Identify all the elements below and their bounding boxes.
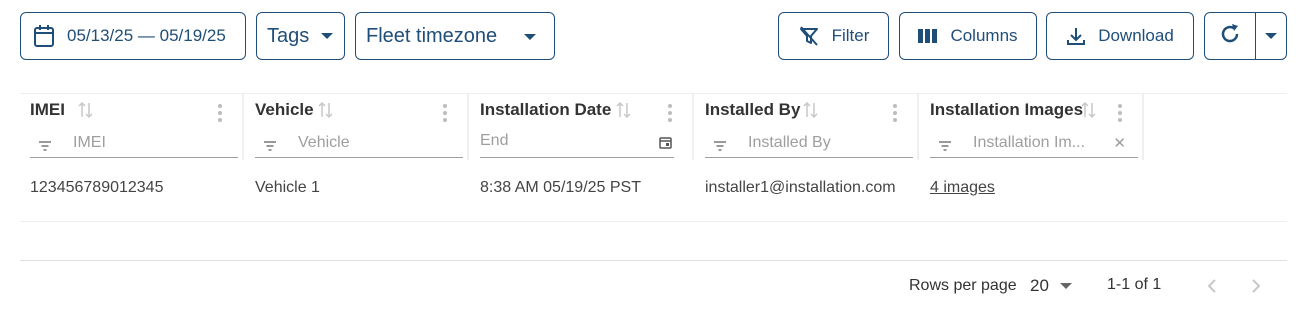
column-title[interactable]: Vehicle	[255, 100, 314, 120]
refresh-icon	[1218, 22, 1242, 51]
column-title[interactable]: Installation Images	[930, 100, 1083, 120]
filter-label: Filter	[831, 26, 870, 45]
sort-icon[interactable]	[78, 101, 94, 124]
column-title[interactable]: Installation Date	[480, 100, 611, 120]
columns-button[interactable]: Columns	[899, 12, 1037, 60]
clear-filter-icon[interactable]: ✕	[1113, 134, 1126, 152]
column-header-installation-date: Installation Date End	[470, 94, 694, 164]
column-title[interactable]: Installed By	[705, 100, 800, 120]
sort-icon[interactable]	[1081, 101, 1097, 124]
calendar-icon[interactable]	[659, 136, 672, 154]
filter-off-icon	[798, 25, 820, 47]
refresh-button-group	[1204, 12, 1287, 60]
filter-placeholder: Vehicle	[298, 134, 350, 151]
caret-down-icon	[321, 33, 334, 39]
pagination-info: 1-1 of 1	[1107, 276, 1162, 293]
filter-placeholder: Installed By	[748, 134, 831, 151]
filter-placeholder: End	[480, 132, 509, 149]
download-button[interactable]: Download	[1046, 12, 1194, 60]
filter-lines-icon	[713, 138, 727, 156]
refresh-options-button[interactable]	[1256, 13, 1286, 59]
column-menu-icon[interactable]	[1118, 104, 1122, 122]
date-range-button[interactable]: 05/13/25 — 05/19/25	[20, 12, 246, 60]
imei-filter-input[interactable]: IMEI	[30, 130, 238, 158]
footer-divider	[20, 260, 1287, 261]
timezone-dropdown[interactable]: Fleet timezone	[355, 12, 555, 60]
cell-imei: 123456789012345	[30, 179, 164, 196]
column-menu-icon[interactable]	[218, 104, 222, 122]
column-menu-icon[interactable]	[443, 104, 447, 122]
filter-lines-icon	[263, 138, 277, 156]
cell-installation-date: 8:38 AM 05/19/25 PST	[480, 179, 641, 196]
sort-icon[interactable]	[803, 101, 819, 124]
caret-down-icon	[524, 34, 536, 40]
sort-icon[interactable]	[616, 101, 632, 124]
caret-down-icon	[1265, 33, 1277, 39]
filter-button[interactable]: Filter	[778, 12, 889, 60]
column-title[interactable]: IMEI	[30, 100, 65, 120]
vehicle-filter-input[interactable]: Vehicle	[255, 130, 463, 158]
column-separator[interactable]	[242, 94, 244, 160]
rows-per-page-label: Rows per page	[909, 277, 1017, 294]
installed-by-filter-input[interactable]: Installed By	[705, 130, 913, 158]
caret-down-icon[interactable]	[1060, 283, 1072, 289]
column-separator[interactable]	[917, 94, 919, 160]
refresh-button[interactable]	[1205, 13, 1256, 59]
previous-page-icon[interactable]	[1206, 278, 1218, 299]
calendar-icon	[33, 24, 55, 48]
filter-placeholder: IMEI	[73, 134, 106, 151]
tags-dropdown[interactable]: Tags	[256, 12, 345, 60]
column-menu-icon[interactable]	[668, 104, 672, 122]
download-label: Download	[1098, 26, 1174, 45]
timezone-label: Fleet timezone	[366, 24, 498, 47]
cell-vehicle: Vehicle 1	[255, 179, 320, 196]
installation-date-filter-input[interactable]: End	[480, 130, 674, 158]
column-separator[interactable]	[467, 94, 469, 160]
columns-icon	[918, 28, 938, 44]
column-header-installation-images: Installation Images Installation Im... ✕	[920, 94, 1144, 164]
row-divider	[20, 221, 1287, 222]
rows-per-page-select[interactable]: 20	[1030, 276, 1049, 296]
column-header-installed-by: Installed By Installed By	[695, 94, 919, 164]
column-menu-icon[interactable]	[893, 104, 897, 122]
column-header-vehicle: Vehicle Vehicle	[245, 94, 469, 164]
sort-icon[interactable]	[318, 101, 334, 124]
column-header-imei: IMEI IMEI	[20, 94, 244, 164]
images-link[interactable]: 4 images	[930, 179, 995, 197]
date-range-label: 05/13/25 — 05/19/25	[67, 26, 226, 45]
columns-label: Columns	[950, 26, 1018, 45]
column-separator[interactable]	[692, 94, 694, 160]
filter-placeholder: Installation Im...	[973, 134, 1086, 151]
tags-label: Tags	[267, 24, 310, 47]
filter-lines-icon	[38, 138, 52, 156]
column-separator[interactable]	[1142, 94, 1144, 160]
installation-images-filter-input[interactable]: Installation Im... ✕	[930, 130, 1138, 158]
filter-lines-icon	[938, 138, 952, 156]
download-icon	[1066, 26, 1086, 46]
next-page-icon[interactable]	[1250, 278, 1262, 299]
cell-installed-by: installer1@installation.com	[705, 179, 896, 196]
